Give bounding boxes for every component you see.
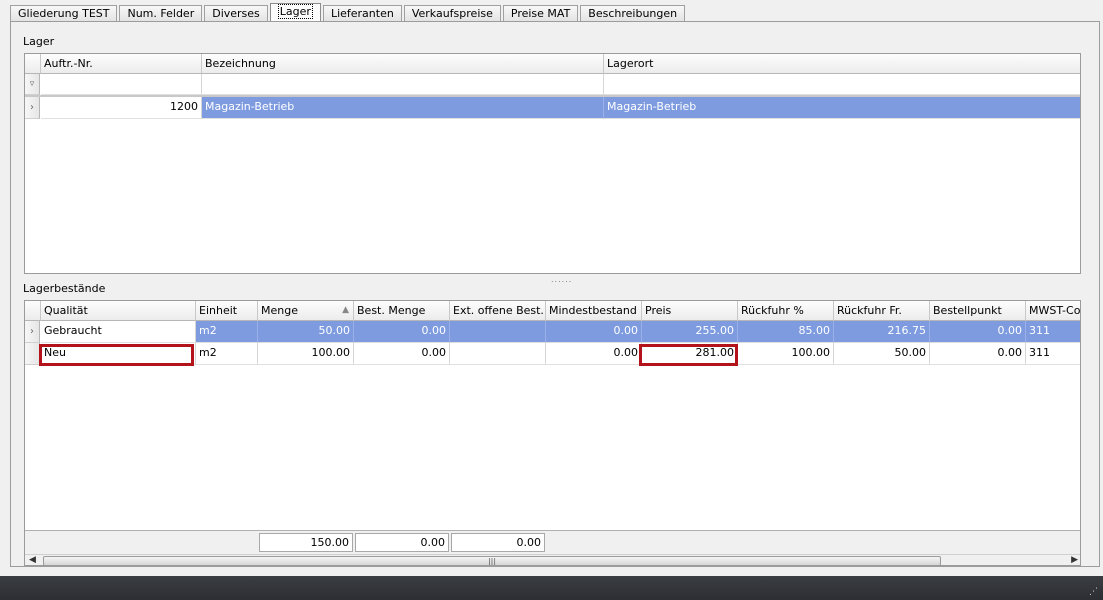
bestaende-grid: Qualität Einheit Menge ▲ Best. Menge Ext…: [24, 300, 1081, 566]
lager-group-label: Lager: [23, 35, 55, 48]
splitter-handle[interactable]: ......: [551, 275, 572, 284]
tab-beschreibungen[interactable]: Beschreibungen: [580, 5, 686, 22]
lager-cell-lagerort[interactable]: Magazin-Betrieb: [604, 97, 1080, 119]
row-indicator-arrow-icon: ›: [25, 321, 40, 343]
resize-grip-icon[interactable]: ⋰: [1089, 587, 1099, 597]
status-bar: ⋰: [0, 576, 1103, 600]
total-menge: 150.00: [259, 533, 353, 552]
cell-rueckfuhr-fr[interactable]: 50.00: [834, 343, 930, 365]
lager-header-lagerort[interactable]: Lagerort: [604, 54, 1080, 74]
cell-bestellpunkt[interactable]: 0.00: [930, 321, 1026, 343]
cell-einheit[interactable]: m2: [196, 343, 258, 365]
header-rueckfuhr-fr[interactable]: Rückfuhr Fr.: [834, 301, 930, 321]
header-best-menge[interactable]: Best. Menge: [354, 301, 450, 321]
header-bestellpunkt[interactable]: Bestellpunkt: [930, 301, 1026, 321]
cell-menge[interactable]: 100.00: [258, 343, 354, 365]
lager-header-corner: [25, 54, 41, 74]
lager-header-auftr-nr[interactable]: Auftr.-Nr.: [41, 54, 202, 74]
row-indicator: [25, 343, 40, 365]
lager-filter-auftr-nr[interactable]: [41, 74, 202, 95]
cell-qualitaet[interactable]: Gebraucht: [41, 321, 196, 343]
cell-ext-offene-best[interactable]: [450, 343, 546, 365]
cell-rueckfuhr-pct[interactable]: 85.00: [738, 321, 834, 343]
header-mwst-code[interactable]: MWST-Code: [1026, 301, 1080, 321]
cell-mwst-code[interactable]: 311: [1026, 321, 1080, 343]
tab-gliederung-test[interactable]: Gliederung TEST: [10, 5, 118, 22]
tab-lieferanten[interactable]: Lieferanten: [322, 5, 402, 22]
scrollbar-thumb-grip: |||: [487, 557, 497, 566]
bestaende-group-label: Lagerbestände: [23, 282, 106, 295]
lager-cell-auftr-nr[interactable]: 1200: [41, 97, 202, 119]
lager-filter-lagerort[interactable]: [604, 74, 1080, 95]
horizontal-scrollbar[interactable]: ◀ ||| ▶: [25, 554, 1080, 566]
header-rueckfuhr-pct[interactable]: Rückfuhr %: [738, 301, 834, 321]
cell-einheit[interactable]: m2: [196, 321, 258, 343]
bestaende-header-corner: [25, 301, 41, 321]
filter-icon[interactable]: ▿: [25, 74, 40, 95]
tab-num-felder[interactable]: Num. Felder: [119, 5, 203, 22]
row-indicator-arrow-icon: ›: [25, 97, 40, 119]
cell-preis[interactable]: 255.00: [642, 321, 738, 343]
scroll-right-icon[interactable]: ▶: [1071, 555, 1078, 565]
header-einheit[interactable]: Einheit: [196, 301, 258, 321]
header-mindestbestand[interactable]: Mindestbestand: [546, 301, 642, 321]
totals-footer: [25, 530, 1080, 554]
lager-filter-bezeichnung[interactable]: [202, 74, 604, 95]
header-menge-label: Menge: [261, 304, 298, 317]
lager-cell-bezeichnung[interactable]: Magazin-Betrieb: [202, 97, 604, 119]
header-menge[interactable]: Menge ▲: [258, 301, 354, 321]
cell-best-menge[interactable]: 0.00: [354, 343, 450, 365]
scrollbar-thumb[interactable]: |||: [43, 556, 941, 566]
header-preis[interactable]: Preis: [642, 301, 738, 321]
tab-lager[interactable]: Lager: [269, 3, 321, 22]
tab-panel-lager: Lager Auftr.-Nr. Bezeichnung Lagerort ▿ …: [10, 21, 1100, 567]
cell-menge[interactable]: 50.00: [258, 321, 354, 343]
tab-diverses[interactable]: Diverses: [204, 5, 268, 22]
sort-ascending-icon: ▲: [342, 305, 349, 315]
lager-header-bezeichnung[interactable]: Bezeichnung: [202, 54, 604, 74]
cell-best-menge[interactable]: 0.00: [354, 321, 450, 343]
tab-preise-mat[interactable]: Preise MAT: [502, 5, 579, 22]
cell-ext-offene-best[interactable]: [450, 321, 546, 343]
header-ext-offene-best[interactable]: Ext. offene Best...: [450, 301, 546, 321]
cell-mindestbestand[interactable]: 0.00: [546, 343, 642, 365]
cell-rueckfuhr-pct[interactable]: 100.00: [738, 343, 834, 365]
lager-grid: Auftr.-Nr. Bezeichnung Lagerort ▿ › 1200…: [24, 53, 1081, 274]
header-qualitaet[interactable]: Qualität: [41, 301, 196, 321]
cell-rueckfuhr-fr[interactable]: 216.75: [834, 321, 930, 343]
highlight-box-preis: [639, 344, 738, 366]
highlight-box-qualitaet: [39, 344, 194, 366]
scroll-left-icon[interactable]: ◀: [29, 555, 36, 565]
cell-mindestbestand[interactable]: 0.00: [546, 321, 642, 343]
tab-verkaufspreise[interactable]: Verkaufspreise: [403, 5, 501, 22]
total-ext-offene-best: 0.00: [451, 533, 545, 552]
cell-bestellpunkt[interactable]: 0.00: [930, 343, 1026, 365]
total-best-menge: 0.00: [355, 533, 449, 552]
cell-mwst-code[interactable]: 311: [1026, 343, 1080, 365]
tab-strip: Gliederung TEST Num. Felder Diverses Lag…: [10, 3, 687, 22]
